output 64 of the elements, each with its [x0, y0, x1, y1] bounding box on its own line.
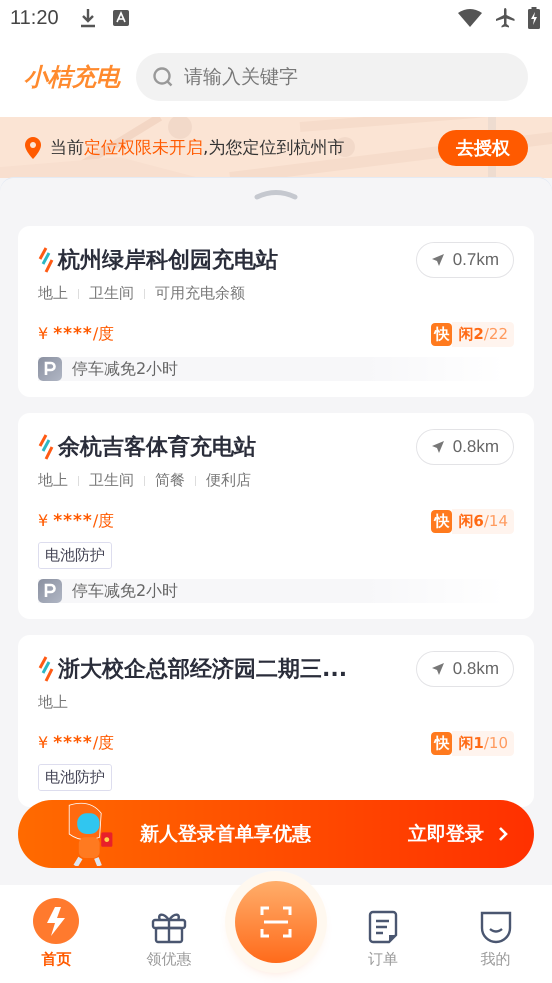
- chevron-right-icon: [498, 826, 508, 842]
- price-text: ¥ ****/度: [38, 732, 114, 754]
- charger-type-badge: 快: [431, 510, 452, 532]
- nav-tab[interactable]: 订单: [326, 885, 440, 983]
- smile-icon: [480, 910, 512, 944]
- station-card[interactable]: 浙大校企总部经济园二期三... 0.8km 地上 ¥ ****/度 快 闲1/10 电池防护: [18, 635, 534, 807]
- price-text: ¥ ****/度: [38, 324, 114, 344]
- nav-tab[interactable]: 我的: [439, 885, 552, 983]
- distance-button[interactable]: 0.8km: [416, 651, 514, 687]
- nav-tab[interactable]: 领优惠: [112, 885, 226, 983]
- navigation-arrow-icon: [430, 440, 445, 454]
- search-icon: [152, 66, 174, 88]
- station-name: 浙大校企总部经济园二期三...: [58, 656, 348, 684]
- navigation-arrow-icon: [430, 662, 445, 676]
- authorize-button[interactable]: 去授权: [438, 130, 528, 166]
- feature-tag: 电池防护: [38, 542, 112, 569]
- station-card[interactable]: 杭州绿岸科创园充电站 0.7km 地上 卫生间 可用充电余额 ¥ ****/度 快 闲2/22 停车减免2小时: [18, 226, 534, 397]
- station-card[interactable]: 余杭吉客体育充电站 0.8km 地上 卫生间 简餐 便利店 ¥ ****/度 快 闲6/14 电池防护 停车减免2小时: [18, 413, 534, 619]
- feature-tag: 电池防护: [38, 764, 112, 791]
- login-promo-banner[interactable]: 新人登录首单享优惠 立即登录: [18, 800, 534, 868]
- distance-button[interactable]: 0.8km: [416, 429, 514, 465]
- charger-type-badge: 快: [431, 322, 452, 346]
- parking-icon: [38, 579, 62, 603]
- station-name: 余杭吉客体育充电站: [58, 434, 256, 462]
- feature-label: 卫生间: [89, 284, 134, 303]
- app-logo: 小桔充电: [24, 62, 120, 92]
- collapse-handle-icon[interactable]: [254, 188, 298, 200]
- parking-discount-text: 停车减免2小时: [72, 358, 178, 380]
- feature-label: 地上: [38, 284, 68, 303]
- station-name: 杭州绿岸科创园充电站: [58, 246, 278, 275]
- bolt-logo-icon: [38, 247, 54, 273]
- feature-label: 可用充电余额: [155, 284, 245, 303]
- feature-label: 地上: [38, 471, 68, 490]
- download-icon: [78, 8, 97, 28]
- availability-count: 闲1/10: [452, 730, 514, 756]
- login-link[interactable]: 立即登录: [408, 821, 484, 847]
- location-pin-icon: [24, 136, 42, 158]
- bolt-logo-icon: [38, 434, 54, 460]
- wifi-icon: [458, 9, 482, 27]
- battery-icon: [528, 7, 540, 29]
- airplane-icon: [494, 7, 516, 29]
- charger-type-badge: 快: [431, 732, 452, 754]
- navigation-arrow-icon: [430, 253, 445, 267]
- availability-count: 闲6/14: [452, 508, 514, 534]
- parking-discount-text: 停车减免2小时: [72, 580, 178, 602]
- feature-label: 卫生间: [89, 471, 134, 490]
- scan-icon: [260, 906, 292, 938]
- availability-count: 闲2/22: [452, 322, 514, 346]
- lightning-icon: [33, 898, 80, 944]
- feature-label: 便利店: [206, 471, 251, 490]
- keyboard-icon: [112, 10, 129, 26]
- search-field[interactable]: 请输入关键字: [136, 52, 528, 100]
- parking-icon: [38, 357, 62, 381]
- document-icon: [368, 910, 398, 944]
- location-notice-text: 当前定位权限未开启,为您定位到杭州市: [50, 137, 344, 159]
- bolt-logo-icon: [38, 656, 54, 682]
- nav-tab[interactable]: 首页: [0, 885, 113, 983]
- status-time: 11:20: [10, 6, 59, 30]
- distance-button[interactable]: 0.7km: [416, 242, 514, 278]
- feature-label: 简餐: [155, 471, 185, 490]
- feature-label: 地上: [38, 693, 68, 712]
- promo-text: 新人登录首单享优惠: [140, 822, 311, 847]
- scan-button[interactable]: [234, 881, 317, 963]
- price-text: ¥ ****/度: [38, 510, 114, 532]
